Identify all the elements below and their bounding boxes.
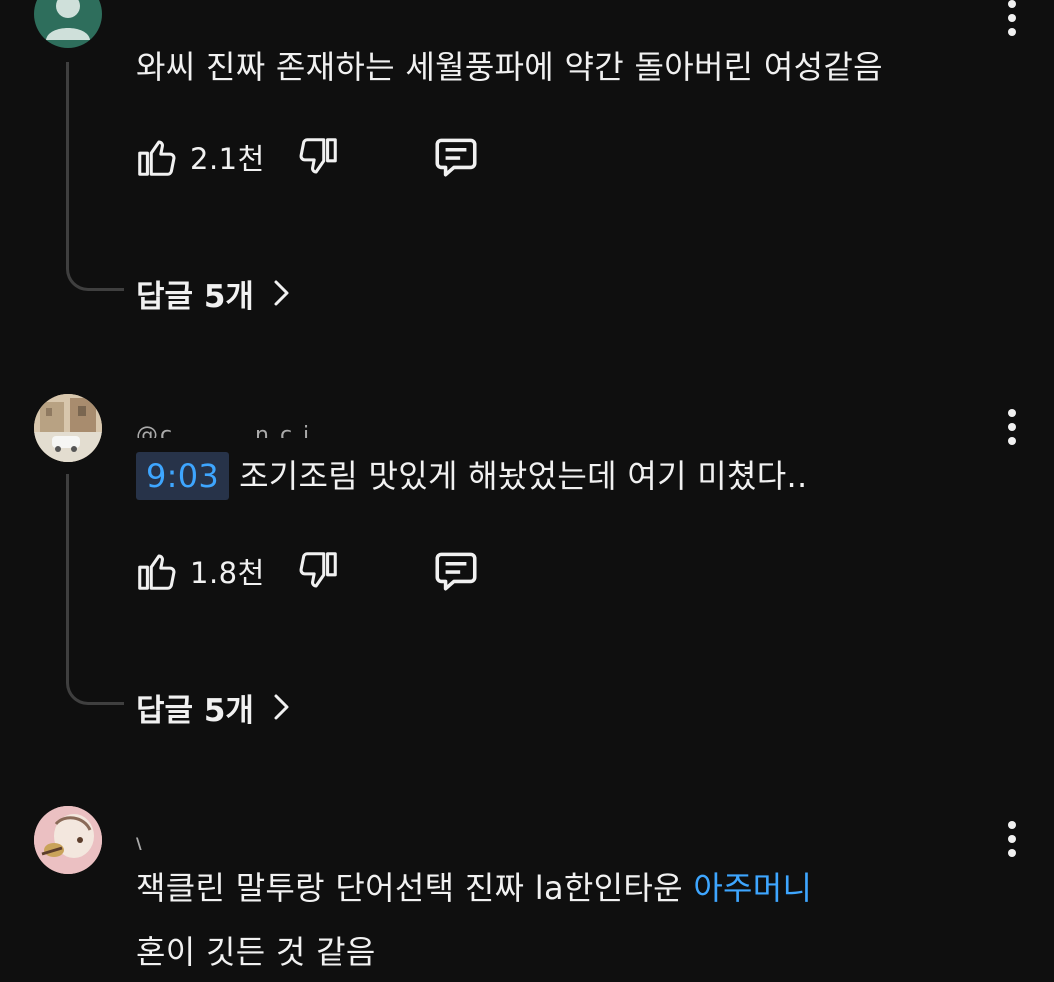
chevron-right-icon — [274, 280, 289, 306]
comment-actions: 2.1천 — [134, 127, 481, 187]
chevron-right-icon — [274, 694, 289, 720]
dot — [1008, 28, 1016, 36]
dot — [1008, 437, 1016, 445]
comment-body: 조기조림 맛있게 해놨었는데 여기 미쳤다.. — [239, 457, 808, 495]
like-count: 1.8천 — [190, 556, 265, 590]
comment-text-line1: 잭클린 말투랑 단어선택 진짜 la한인타운 아주머니 — [136, 858, 812, 918]
like-button[interactable]: 2.1천 — [134, 127, 265, 187]
reply-button[interactable] — [431, 541, 481, 601]
comment-actions: 1.8천 — [134, 541, 481, 601]
thumb-up-icon — [138, 140, 176, 176]
dot — [1008, 409, 1016, 417]
avatar-photo[interactable] — [34, 394, 102, 462]
like-button[interactable]: 1.8천 — [134, 541, 265, 601]
author-handle[interactable]: \ , _ , — [136, 828, 203, 850]
avatar-illustration[interactable] — [34, 806, 102, 874]
timestamp-link[interactable]: 9:03 — [136, 452, 230, 500]
search-link[interactable]: 아주머니 — [693, 869, 812, 907]
comment-text: 와씨 진짜 존재하는 세월풍파에 약간 돌아버린 여성같음 — [136, 48, 883, 86]
dot — [1008, 423, 1016, 431]
thumb-up-icon — [138, 554, 176, 590]
more-options-button[interactable] — [992, 0, 1032, 48]
replies-label: 답글 5개 — [136, 692, 254, 729]
comment-text: 9:03 조기조림 맛있게 해놨었는데 여기 미쳤다.. — [136, 446, 807, 506]
comment-reply-icon — [435, 552, 477, 591]
dot — [1008, 14, 1016, 22]
dot — [1008, 835, 1016, 843]
thread-connector — [66, 62, 124, 291]
author-handle[interactable]: @c . . . . n c j , — [136, 416, 329, 438]
dot — [1008, 821, 1016, 829]
avatar-default[interactable] — [34, 0, 102, 48]
view-replies-button[interactable]: 답글 5개 — [136, 268, 292, 318]
view-replies-button[interactable]: 답글 5개 — [136, 682, 292, 732]
thumb-down-icon — [299, 552, 337, 588]
replies-label: 답글 5개 — [136, 278, 254, 315]
like-count: 2.1천 — [190, 142, 265, 176]
user-photo — [34, 394, 102, 462]
comment-reply-icon — [435, 138, 477, 177]
comment-text-line2: 혼이 깃든 것 같음 — [136, 933, 376, 971]
comment-body: 잭클린 말투랑 단어선택 진짜 la한인타운 — [136, 869, 694, 907]
thumb-down-icon — [299, 138, 337, 174]
more-options-button[interactable] — [992, 809, 1032, 869]
dot — [1008, 849, 1016, 857]
dislike-button[interactable] — [295, 541, 341, 601]
more-options-button[interactable] — [992, 397, 1032, 457]
dot — [1008, 0, 1016, 8]
thread-connector — [66, 474, 124, 705]
person-icon — [46, 0, 90, 40]
user-illustration — [34, 806, 102, 874]
dislike-button[interactable] — [295, 127, 341, 187]
reply-button[interactable] — [431, 127, 481, 187]
